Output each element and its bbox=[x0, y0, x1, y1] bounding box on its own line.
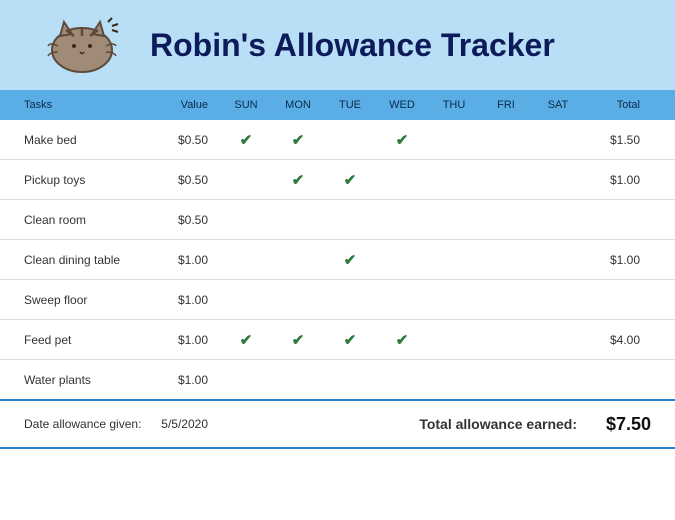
day-cell: ✔ bbox=[376, 131, 428, 149]
col-day-wed: WED bbox=[376, 99, 428, 111]
day-cell: ✔ bbox=[324, 171, 376, 189]
footer-row: Date allowance given: 5/5/2020 Total all… bbox=[0, 399, 675, 449]
row-total: $1.00 bbox=[584, 173, 664, 187]
check-icon: ✔ bbox=[292, 132, 305, 149]
day-cell: ✔ bbox=[324, 251, 376, 269]
col-day-thu: THU bbox=[428, 99, 480, 111]
col-day-tue: TUE bbox=[324, 99, 376, 111]
check-icon: ✔ bbox=[344, 172, 357, 189]
day-cell: ✔ bbox=[220, 331, 272, 349]
check-icon: ✔ bbox=[292, 172, 305, 189]
cat-icon bbox=[30, 16, 140, 74]
col-tasks: Tasks bbox=[0, 99, 150, 111]
col-value: Value bbox=[150, 99, 220, 111]
check-icon: ✔ bbox=[396, 132, 409, 149]
table-row: Make bed$0.50 ✔ ✔ ✔ $1.50 bbox=[0, 120, 675, 160]
col-day-mon: MON bbox=[272, 99, 324, 111]
table-row: Water plants$1.00 bbox=[0, 360, 675, 400]
table-row: Clean room$0.50 bbox=[0, 200, 675, 240]
table-row: Feed pet$1.00 ✔ ✔ ✔ ✔ $4.00 bbox=[0, 320, 675, 360]
day-cell: ✔ bbox=[272, 331, 324, 349]
task-value: $1.00 bbox=[150, 253, 220, 267]
column-header-row: Tasks Value SUN MON TUE WED THU FRI SAT … bbox=[0, 90, 675, 120]
table-row: Sweep floor$1.00 bbox=[0, 280, 675, 320]
task-value: $0.50 bbox=[150, 133, 220, 147]
total-earned-label: Total allowance earned: bbox=[419, 416, 595, 432]
page-title: Robin's Allowance Tracker bbox=[150, 27, 555, 64]
task-name: Sweep floor bbox=[0, 293, 150, 307]
task-value: $0.50 bbox=[150, 213, 220, 227]
col-day-sat: SAT bbox=[532, 99, 584, 111]
task-value: $1.00 bbox=[150, 333, 220, 347]
day-cell: ✔ bbox=[272, 171, 324, 189]
check-icon: ✔ bbox=[344, 252, 357, 269]
task-name: Feed pet bbox=[0, 333, 150, 347]
task-rows: Make bed$0.50✔✔✔$1.50Pickup toys$0.50✔✔$… bbox=[0, 120, 675, 400]
date-value: 5/5/2020 bbox=[150, 417, 220, 431]
row-total: $1.50 bbox=[584, 133, 664, 147]
check-icon: ✔ bbox=[292, 332, 305, 349]
task-name: Clean dining table bbox=[0, 253, 150, 267]
task-value: $1.00 bbox=[150, 373, 220, 387]
col-day-sun: SUN bbox=[220, 99, 272, 111]
date-label: Date allowance given: bbox=[0, 417, 150, 431]
day-cell: ✔ bbox=[272, 131, 324, 149]
table-row: Clean dining table$1.00✔$1.00 bbox=[0, 240, 675, 280]
day-cell: ✔ bbox=[376, 331, 428, 349]
day-cell: ✔ bbox=[220, 131, 272, 149]
col-total: Total bbox=[584, 99, 664, 111]
total-earned-value: $7.50 bbox=[595, 414, 675, 435]
check-icon: ✔ bbox=[344, 332, 357, 349]
task-name: Water plants bbox=[0, 373, 150, 387]
check-icon: ✔ bbox=[240, 132, 253, 149]
row-total: $4.00 bbox=[584, 333, 664, 347]
col-day-fri: FRI bbox=[480, 99, 532, 111]
header: Robin's Allowance Tracker bbox=[0, 0, 675, 90]
check-icon: ✔ bbox=[240, 332, 253, 349]
row-total: $1.00 bbox=[584, 253, 664, 267]
task-name: Pickup toys bbox=[0, 173, 150, 187]
task-name: Clean room bbox=[0, 213, 150, 227]
task-value: $0.50 bbox=[150, 173, 220, 187]
day-cell: ✔ bbox=[324, 331, 376, 349]
table-row: Pickup toys$0.50 ✔ ✔ $1.00 bbox=[0, 160, 675, 200]
task-value: $1.00 bbox=[150, 293, 220, 307]
check-icon: ✔ bbox=[396, 332, 409, 349]
task-name: Make bed bbox=[0, 133, 150, 147]
